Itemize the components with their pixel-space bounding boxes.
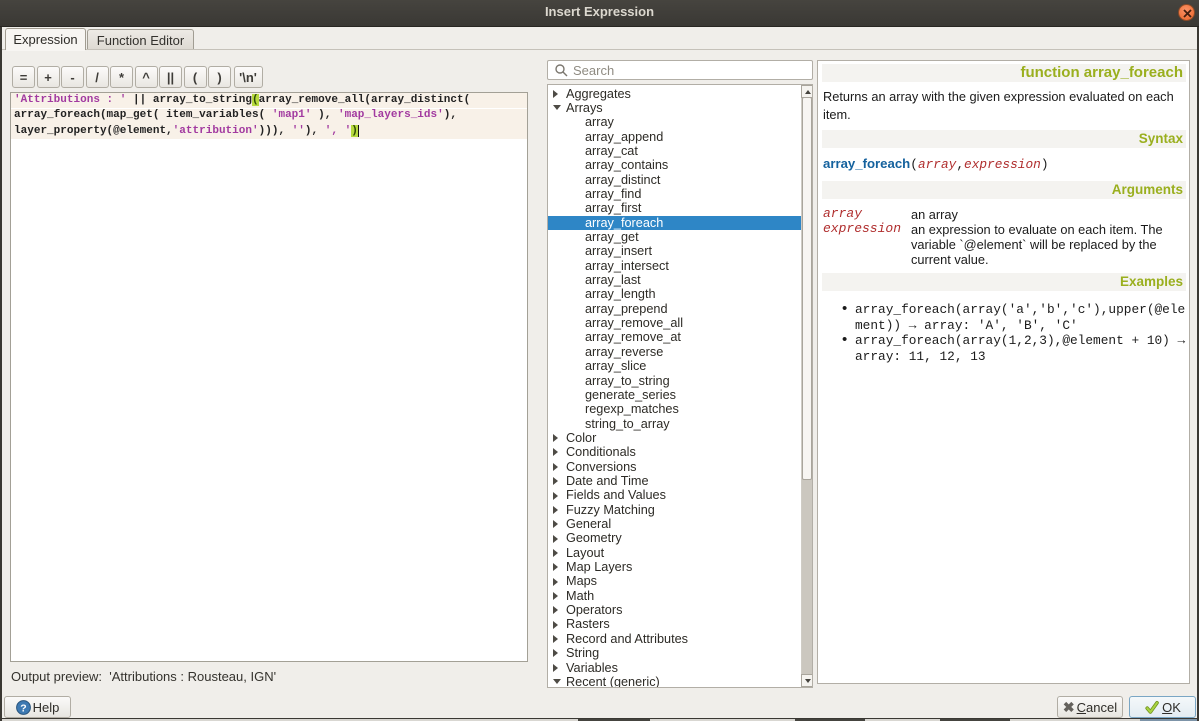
svg-text:?: ?: [20, 702, 26, 714]
